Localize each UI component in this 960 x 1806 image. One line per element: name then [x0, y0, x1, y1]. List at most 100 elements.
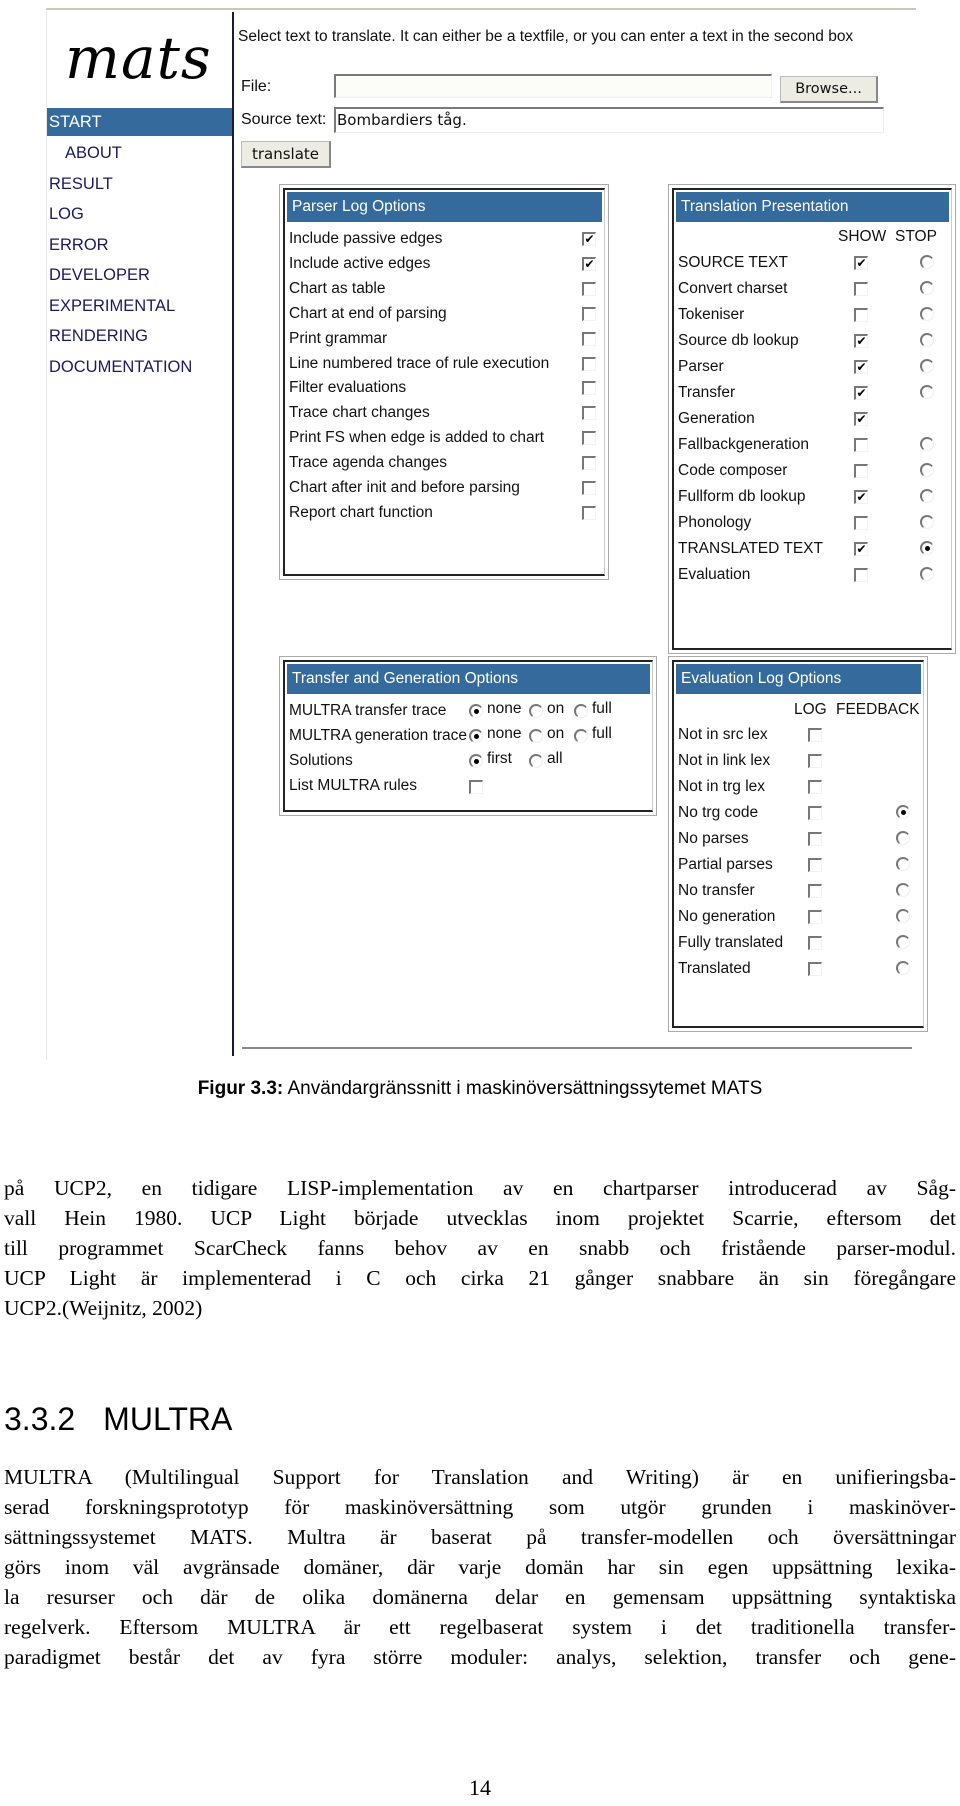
show-checkbox[interactable]: ✔	[854, 334, 868, 348]
trace-option-label: Solutions	[289, 752, 353, 769]
log-checkbox[interactable]	[808, 754, 822, 768]
list-rules-checkbox[interactable]	[469, 780, 483, 794]
option-checkbox[interactable]	[582, 505, 596, 520]
show-checkbox[interactable]: ✔	[854, 412, 868, 426]
option-checkbox[interactable]	[582, 456, 596, 471]
sidebar-item-start[interactable]: START	[47, 108, 233, 136]
option-checkbox[interactable]	[582, 481, 596, 495]
feedback-radio[interactable]	[896, 909, 910, 923]
show-checkbox[interactable]: ✔	[854, 386, 868, 400]
option-label: Include active edges	[289, 254, 431, 272]
show-checkbox[interactable]	[854, 308, 868, 322]
stop-radio[interactable]	[920, 567, 934, 581]
sidebar-item-about[interactable]: ABOUT	[47, 138, 233, 169]
stop-radio[interactable]	[920, 307, 934, 321]
sidebar-item-rendering[interactable]: RENDERING	[47, 321, 233, 352]
show-checkbox[interactable]: ✔	[854, 490, 868, 504]
log-checkbox[interactable]	[808, 884, 822, 898]
log-checkbox[interactable]	[808, 936, 822, 950]
translate-button[interactable]: translate	[241, 141, 331, 168]
stage-label: Phonology	[678, 514, 752, 531]
stop-radio[interactable]	[920, 281, 934, 295]
log-checkbox[interactable]	[808, 806, 822, 820]
log-checkbox[interactable]	[808, 910, 822, 924]
option-checkbox[interactable]: ✔	[582, 256, 596, 271]
section-title: MULTRA	[103, 1401, 233, 1437]
log-checkbox[interactable]	[808, 780, 822, 794]
sidebar-item-documentation[interactable]: DOCUMENTATION	[47, 352, 233, 383]
radio-all[interactable]	[529, 754, 543, 768]
stage-label: Parser	[678, 358, 724, 375]
stop-radio[interactable]	[920, 515, 934, 529]
feedback-radio[interactable]	[896, 883, 910, 897]
feedback-radio[interactable]	[896, 961, 910, 975]
option-label: Trace chart changes	[289, 404, 430, 422]
stop-radio[interactable]	[920, 255, 934, 269]
text-line: paradigmet består det av fyra större mod…	[4, 1645, 956, 1669]
log-checkbox[interactable]	[808, 962, 822, 976]
radio-full[interactable]	[574, 704, 588, 718]
feedback-radio[interactable]	[896, 857, 910, 871]
stop-radio[interactable]	[920, 541, 934, 555]
radio-label-on: on	[547, 700, 565, 717]
browse-button[interactable]: Browse...	[780, 76, 878, 103]
presentation-row: Code composer	[678, 458, 951, 487]
presentation-row: Convert charset	[678, 276, 951, 305]
log-checkbox[interactable]	[808, 728, 822, 742]
sidebar-item-developer[interactable]: DEVELOPER	[47, 260, 233, 291]
option-checkbox[interactable]	[582, 431, 596, 446]
log-checkbox[interactable]	[808, 832, 822, 846]
show-checkbox[interactable]	[854, 438, 868, 452]
presentation-row: Generation	[678, 406, 951, 435]
sidebar-item-result[interactable]: RESULT	[47, 169, 233, 200]
feedback-radio[interactable]	[896, 831, 910, 845]
radio-none[interactable]	[469, 704, 483, 718]
transfer-generation-options-panel: Transfer and Generation Options MULTRA t…	[279, 656, 657, 816]
show-checkbox[interactable]	[854, 516, 868, 530]
evaluation-row: No parses	[678, 826, 923, 855]
show-checkbox[interactable]	[854, 282, 868, 296]
option-checkbox[interactable]	[582, 306, 596, 321]
show-checkbox[interactable]: ✔	[854, 542, 868, 556]
stop-radio[interactable]	[920, 437, 934, 451]
option-label: Filter evaluations	[289, 379, 407, 397]
evaluation-row: Fully translated	[678, 930, 923, 959]
show-checkbox[interactable]: ✔	[854, 256, 868, 270]
option-checkbox[interactable]	[582, 381, 596, 396]
option-checkbox[interactable]	[582, 356, 596, 371]
show-checkbox[interactable]	[854, 568, 868, 582]
show-checkbox[interactable]	[854, 464, 868, 478]
stage-label: Transfer	[678, 384, 736, 401]
text-line: la resurser och där de olika domänerna d…	[4, 1585, 956, 1609]
stop-radio[interactable]	[920, 489, 934, 503]
sidebar-item-experimental[interactable]: EXPERIMENTAL	[47, 291, 233, 322]
feedback-radio[interactable]	[896, 935, 910, 949]
stop-radio[interactable]	[920, 333, 934, 347]
radio-first[interactable]	[469, 754, 483, 768]
option-checkbox[interactable]: ✔	[582, 232, 596, 246]
radio-on[interactable]	[529, 704, 543, 718]
text-line: regelverk. Eftersom MULTRA är ett regelb…	[4, 1615, 956, 1639]
option-checkbox[interactable]	[582, 406, 596, 421]
presentation-row: Transfer	[678, 380, 951, 409]
radio-full[interactable]	[574, 729, 588, 743]
caption-text: Användargränssnitt i maskinöversättnings…	[283, 1078, 763, 1099]
mats-logo: mats	[65, 24, 212, 92]
radio-on[interactable]	[529, 729, 543, 743]
feedback-column-header: FEEDBACK	[836, 701, 920, 718]
sidebar-item-log[interactable]: LOG	[47, 199, 233, 230]
stop-radio[interactable]	[920, 463, 934, 477]
option-checkbox[interactable]	[582, 331, 596, 346]
sidebar-item-error[interactable]: ERROR	[47, 230, 233, 261]
show-checkbox[interactable]: ✔	[854, 360, 868, 374]
option-checkbox[interactable]	[582, 281, 596, 296]
source-text-input[interactable]: Bombardiers tåg.	[334, 107, 884, 133]
stop-radio[interactable]	[920, 359, 934, 373]
radio-label-on: on	[547, 725, 565, 742]
radio-none[interactable]	[469, 729, 483, 743]
evaluation-label: No generation	[678, 908, 776, 925]
stop-radio[interactable]	[920, 385, 934, 399]
log-checkbox[interactable]	[808, 858, 822, 872]
feedback-radio[interactable]	[896, 805, 910, 819]
file-input[interactable]	[334, 74, 772, 98]
